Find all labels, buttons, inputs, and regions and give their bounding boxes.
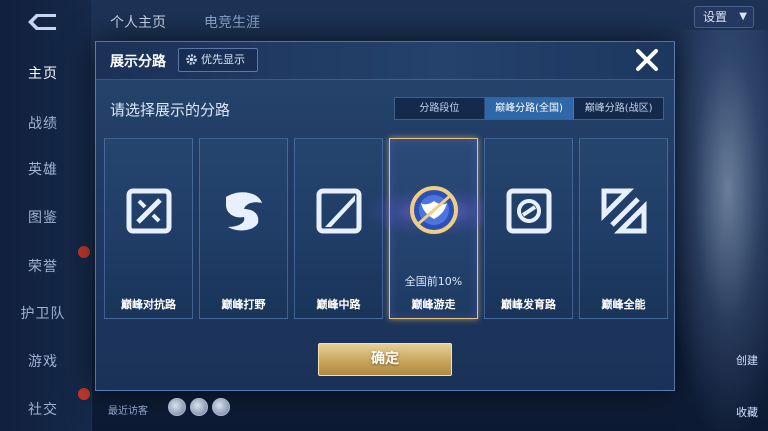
lane-source-tabs: 分路段位 巅峰分路(全国) 巅峰分路(战区) [394, 97, 664, 120]
lane-label: 巅峰游走 [411, 298, 456, 311]
notification-badge [78, 388, 90, 400]
allround-icon [601, 188, 647, 234]
nav-item-social[interactable]: 社交 [0, 399, 86, 419]
lane-label: 巅峰全能 [601, 298, 646, 311]
notification-badge [78, 246, 90, 258]
lane-card-adc[interactable]: 巅峰发育路 [484, 138, 573, 319]
hero-background-art [668, 30, 768, 430]
dialog-header: 展示分路 优先显示 [96, 42, 674, 80]
chevron-down-icon: ▼ [739, 11, 747, 22]
blade-mid-icon [316, 188, 362, 234]
tab-lane-rank[interactable]: 分路段位 [395, 98, 485, 119]
target-adc-icon [506, 188, 552, 234]
avatar[interactable] [190, 398, 208, 416]
tab-esports-career[interactable]: 电竞生涯 [204, 12, 260, 32]
nav-item-codex[interactable]: 图鉴 [0, 207, 86, 227]
dialog-title: 展示分路 [110, 54, 166, 70]
gear-icon [186, 54, 197, 65]
settings-button[interactable]: 设置 ▼ [694, 6, 754, 28]
lane-card-list: 巅峰对抗路 巅峰打野 巅峰中路 全国前10% 巅峰游走 巅峰发育路 巅峰全能 [104, 138, 668, 320]
lane-label: 巅峰发育路 [501, 298, 556, 311]
nav-item-records[interactable]: 战绩 [0, 113, 86, 133]
right-label-create[interactable]: 创建 [736, 352, 758, 368]
nav-item-guard-team[interactable]: 护卫队 [0, 303, 86, 323]
lane-card-allround[interactable]: 巅峰全能 [579, 138, 668, 319]
lane-card-top[interactable]: 巅峰对抗路 [104, 138, 193, 319]
lane-rank-text: 全国前10% [404, 275, 463, 288]
lane-label: 巅峰对抗路 [121, 298, 176, 311]
tab-peak-lane-region[interactable]: 巅峰分路(战区) [574, 98, 663, 119]
sword-lane-icon [126, 188, 172, 234]
tab-personal-home[interactable]: 个人主页 [110, 12, 166, 32]
avatar[interactable] [168, 398, 186, 416]
close-icon[interactable] [632, 45, 662, 75]
recent-visitors-label: 最近访客 [108, 406, 148, 417]
nav-item-heroes[interactable]: 英雄 [0, 159, 86, 179]
avatar[interactable] [212, 398, 230, 416]
tab-peak-lane-national[interactable]: 巅峰分路(全国) [484, 98, 575, 119]
lane-label: 巅峰打野 [221, 298, 266, 311]
lane-card-support[interactable]: 全国前10% 巅峰游走 [360, 138, 510, 319]
lane-card-jungle[interactable]: 巅峰打野 [199, 138, 288, 319]
nav-item-games[interactable]: 游戏 [0, 351, 86, 371]
priority-display-button[interactable]: 优先显示 [178, 48, 258, 72]
lane-display-dialog: 展示分路 优先显示 请选择展示的分路 分路段位 巅峰分路(全国) 巅峰分路(战区… [95, 41, 675, 391]
wings-support-emblem-icon [410, 186, 458, 234]
right-label-favorite[interactable]: 收藏 [736, 404, 758, 420]
nav-item-honor[interactable]: 荣誉 [0, 256, 86, 276]
dragon-jungle-icon [226, 192, 262, 231]
dialog-subtitle: 请选择展示的分路 [110, 101, 231, 119]
nav-item-home[interactable]: 主页 [0, 63, 86, 83]
back-icon[interactable] [22, 10, 62, 34]
lane-label: 巅峰中路 [316, 298, 361, 311]
settings-label: 设置 [703, 10, 728, 24]
confirm-button[interactable]: 确定 [318, 343, 452, 376]
priority-display-label: 优先显示 [201, 53, 245, 66]
